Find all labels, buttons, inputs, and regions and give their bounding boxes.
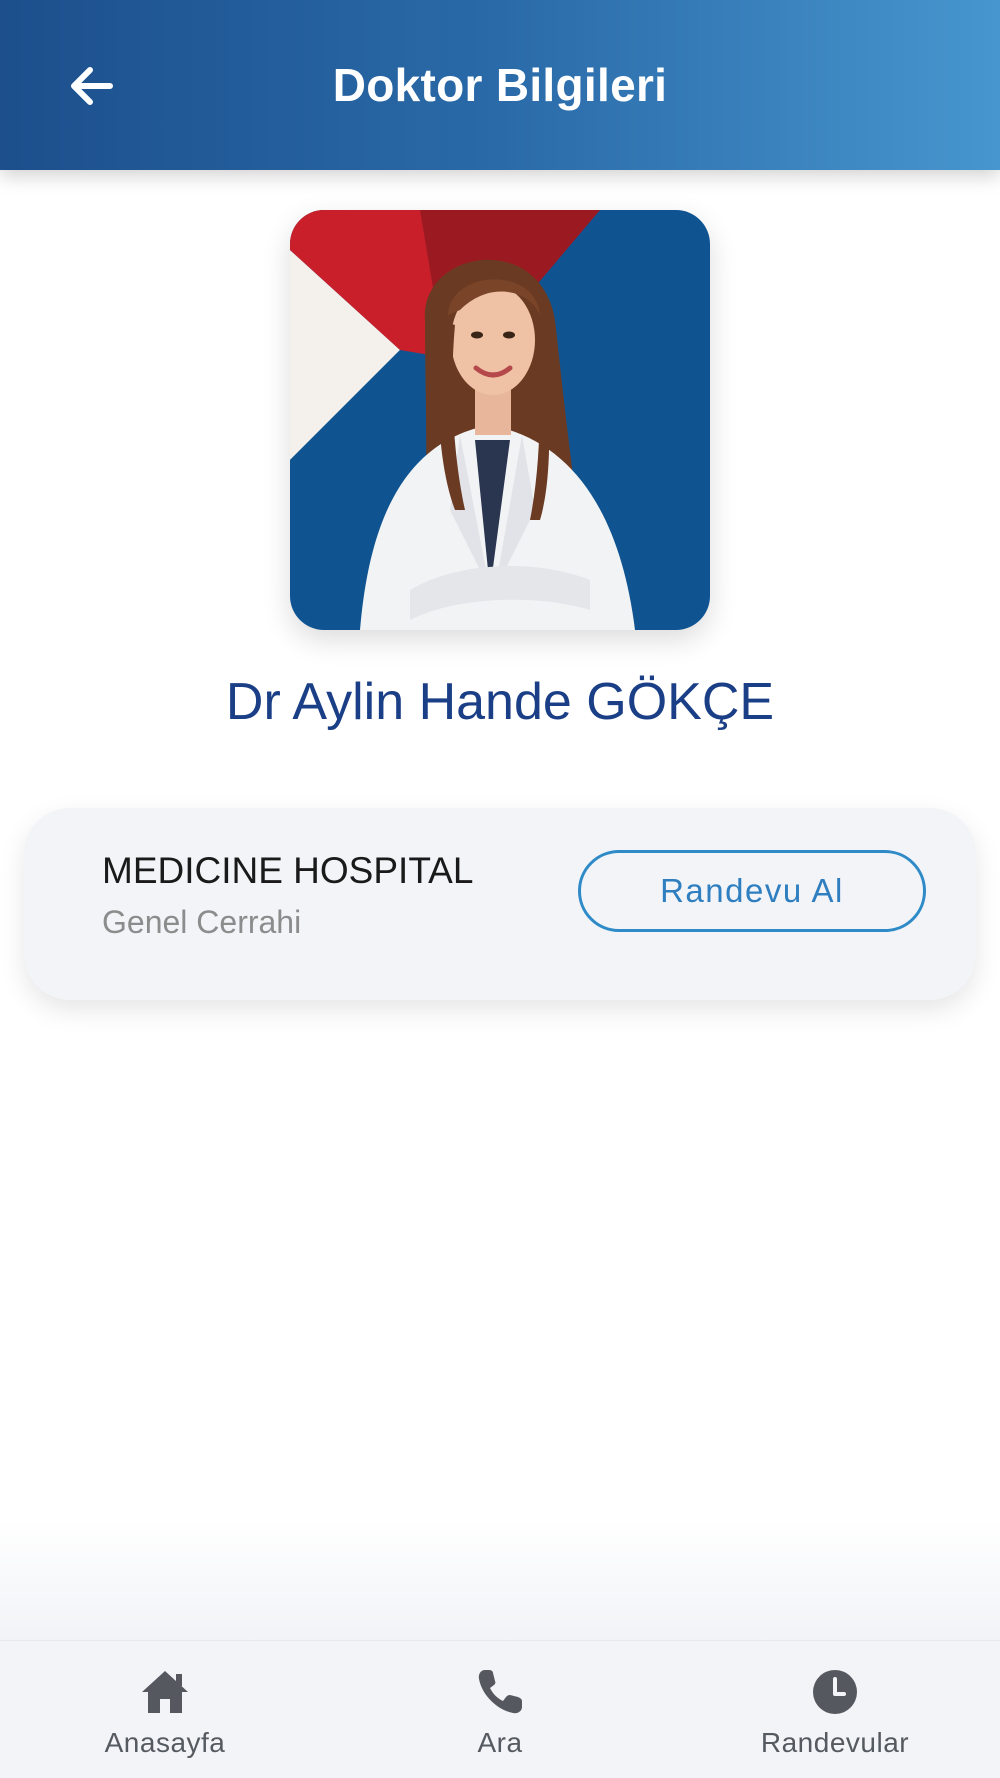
hospital-name: MEDICINE HOSPITAL [102,850,474,891]
phone-icon [478,1670,522,1714]
tab-appointments[interactable]: Randevular [730,1641,940,1778]
doctor-name: Dr Aylin Hande GÖKÇE [225,673,775,731]
bottom-fade [0,1520,1000,1640]
tab-label-appointments: Randevular [760,1727,910,1758]
tab-call[interactable]: Ara [420,1641,580,1778]
tab-home[interactable]: Anasayfa [60,1641,270,1778]
bottom-tab-bar: Anasayfa Ara Randevular [0,1640,1000,1778]
book-appointment-button[interactable]: Randevu Al [578,850,926,932]
top-app-bar: Doktor Bilgileri [0,0,1000,170]
page-title: Doktor Bilgileri [332,59,668,111]
tab-label-home: Anasayfa [104,1727,226,1758]
clock-icon [813,1670,857,1714]
doctor-info-screen: Doktor Bilgileri Dr Aylin Hande GÖKÇE ME… [0,0,1000,1778]
doctor-photo [290,210,710,630]
department-name: Genel Cerrahi [102,904,302,940]
hospital-card: MEDICINE HOSPITAL Genel Cerrahi Randevu … [24,808,976,1000]
home-icon [142,1671,188,1713]
tab-label-call: Ara [477,1727,523,1758]
